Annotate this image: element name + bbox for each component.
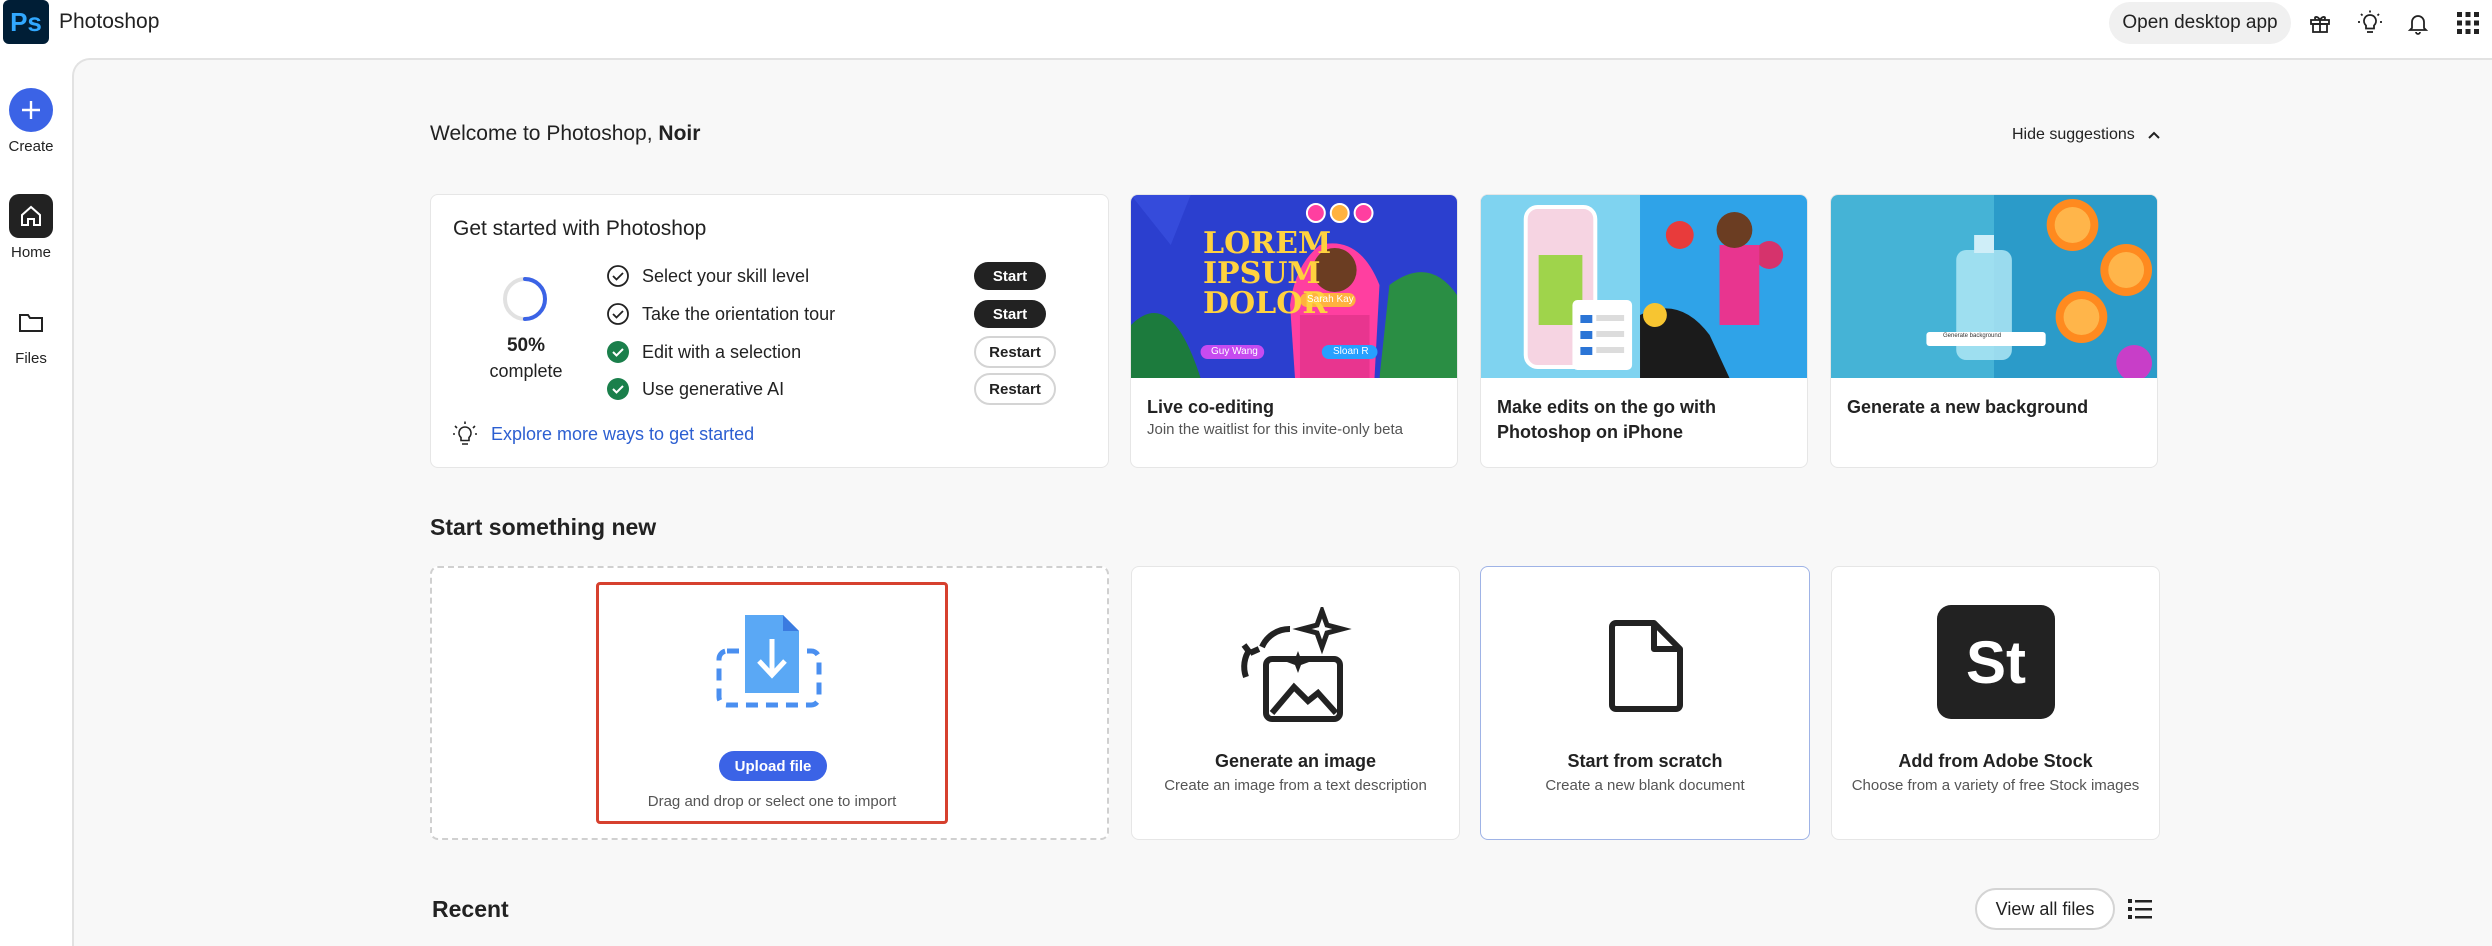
check-circle-outline-icon [607, 303, 629, 325]
chevron-up-icon [2148, 131, 2160, 139]
progress-percent: 50% [506, 335, 546, 356]
hide-suggestions-label: Hide suggestions [2012, 126, 2135, 143]
folder-icon [9, 300, 53, 344]
task-item: Edit with a selection Restart [606, 336, 1056, 368]
recent-heading: Recent [432, 896, 509, 922]
feature-subtitle: Join the waitlist for this invite-only b… [1147, 421, 1403, 438]
upload-highlight-box: Upload file Drag and drop or select one … [596, 582, 948, 824]
user-name: Noir [658, 122, 701, 145]
generate-image-card[interactable]: Generate an image Create an image from a… [1131, 566, 1460, 840]
left-rail: Create Home Files [0, 46, 72, 946]
explore-more-link[interactable]: Explore more ways to get started [453, 421, 754, 447]
image-text-line: LOREM [1203, 226, 1332, 261]
start-orientation-tour-button[interactable]: Start [974, 300, 1046, 328]
card-title: Generate an image [1214, 751, 1377, 771]
hide-suggestions-button[interactable]: Hide suggestions [2012, 126, 2161, 144]
card-title: Add from Adobe Stock [1898, 751, 2093, 771]
feature-title: Generate a new background [1847, 397, 2089, 417]
add-from-adobe-stock-card[interactable]: St Add from Adobe Stock Choose from a va… [1831, 566, 2160, 840]
generate-background-tag: Generate background [1943, 333, 2002, 339]
explore-label: Explore more ways to get started [491, 423, 755, 444]
get-started-title: Get started with Photoshop [453, 217, 707, 240]
iphone-image [1481, 195, 1807, 378]
home-icon [9, 194, 53, 238]
apps-grid-icon[interactable] [2454, 9, 2482, 37]
start-skill-level-button[interactable]: Start [974, 262, 1046, 290]
task-label: Use generative AI [642, 378, 785, 399]
start-from-scratch-card[interactable]: Start from scratch Create a new blank do… [1480, 566, 1810, 840]
photoshop-logo[interactable]: Ps [3, 0, 49, 44]
feature-title-line: Photoshop on iPhone [1497, 422, 1683, 442]
plus-icon [9, 88, 53, 132]
collab-tag: Sarah Kay [1307, 294, 1354, 305]
collab-tag: Sloan R [1333, 346, 1369, 357]
rail-item-label: Home [10, 244, 51, 261]
image-text-line: IPSUM [1203, 256, 1321, 291]
rail-item-label: Create [8, 138, 54, 155]
card-subtitle: Choose from a variety of free Stock imag… [1851, 777, 2140, 794]
feature-title-line: Make edits on the go with [1497, 397, 1717, 417]
rail-item-label: Files [15, 350, 47, 367]
feature-title: Make edits on the go with Photoshop on i… [1497, 395, 1716, 445]
task-label: Take the orientation tour [642, 303, 836, 324]
upload-subtitle: Drag and drop or select one to import [647, 793, 897, 810]
progress-ring [503, 277, 547, 321]
top-bar: Ps Photoshop Open desktop app [0, 0, 2492, 46]
get-started-card: Get started with Photoshop 50% complete … [430, 194, 1109, 468]
card-title: Start from scratch [1567, 751, 1723, 771]
rail-item-files[interactable]: Files [0, 300, 62, 367]
open-desktop-app-button[interactable]: Open desktop app [2109, 2, 2291, 44]
upload-file-icon [716, 615, 822, 708]
ai-image-icon [1241, 607, 1352, 722]
lightbulb-icon[interactable] [2356, 9, 2384, 37]
bell-icon[interactable] [2404, 9, 2432, 37]
welcome-heading: Welcome to Photoshop, Noir [430, 122, 700, 146]
restart-edit-selection-button[interactable]: Restart [974, 336, 1056, 368]
collab-tag: Guy Wang [1211, 346, 1258, 357]
feature-card-generate-background[interactable]: Generate background Generate a new backg… [1830, 194, 2158, 468]
adobe-stock-icon: St [1937, 605, 2055, 719]
task-item: Use generative AI Restart [606, 373, 1056, 405]
task-label: Edit with a selection [642, 341, 802, 362]
view-all-files-button[interactable]: View all files [1975, 888, 2115, 930]
upload-drop-zone[interactable]: Upload file Drag and drop or select one … [430, 566, 1109, 840]
restart-generative-ai-button[interactable]: Restart [974, 373, 1056, 405]
gift-icon[interactable] [2306, 9, 2334, 37]
progress-label: complete [489, 361, 563, 381]
generate-background-image [1831, 195, 2157, 378]
rail-item-home[interactable]: Home [0, 194, 62, 261]
check-circle-filled-icon [607, 378, 629, 400]
task-item: Select your skill level Start [606, 261, 1046, 291]
check-circle-outline-icon [607, 265, 629, 287]
upload-file-button[interactable]: Upload file [719, 751, 827, 781]
card-subtitle: Create an image from a text description [1164, 777, 1427, 794]
app-name: Photoshop [59, 10, 160, 33]
lightbulb-icon [453, 421, 477, 445]
blank-document-icon [1609, 620, 1683, 712]
welcome-prefix: Welcome to Photoshop, [430, 122, 659, 145]
feature-card-iphone[interactable]: Make edits on the go with Photoshop on i… [1480, 194, 1808, 468]
card-subtitle: Create a new blank document [1545, 777, 1745, 794]
feature-card-live-coediting[interactable]: LOREM IPSUM DOLOR Sarah Kay Guy Wang Slo… [1130, 194, 1458, 468]
list-view-icon[interactable] [2128, 898, 2152, 920]
check-circle-filled-icon [607, 341, 629, 363]
feature-title: Live co-editing [1147, 397, 1275, 417]
rail-item-create[interactable]: Create [0, 88, 62, 155]
task-label: Select your skill level [642, 265, 810, 286]
task-item: Take the orientation tour Start [606, 299, 1046, 329]
lorem-text: LOREM IPSUM DOLOR [1203, 229, 1331, 319]
start-new-heading: Start something new [430, 514, 657, 540]
